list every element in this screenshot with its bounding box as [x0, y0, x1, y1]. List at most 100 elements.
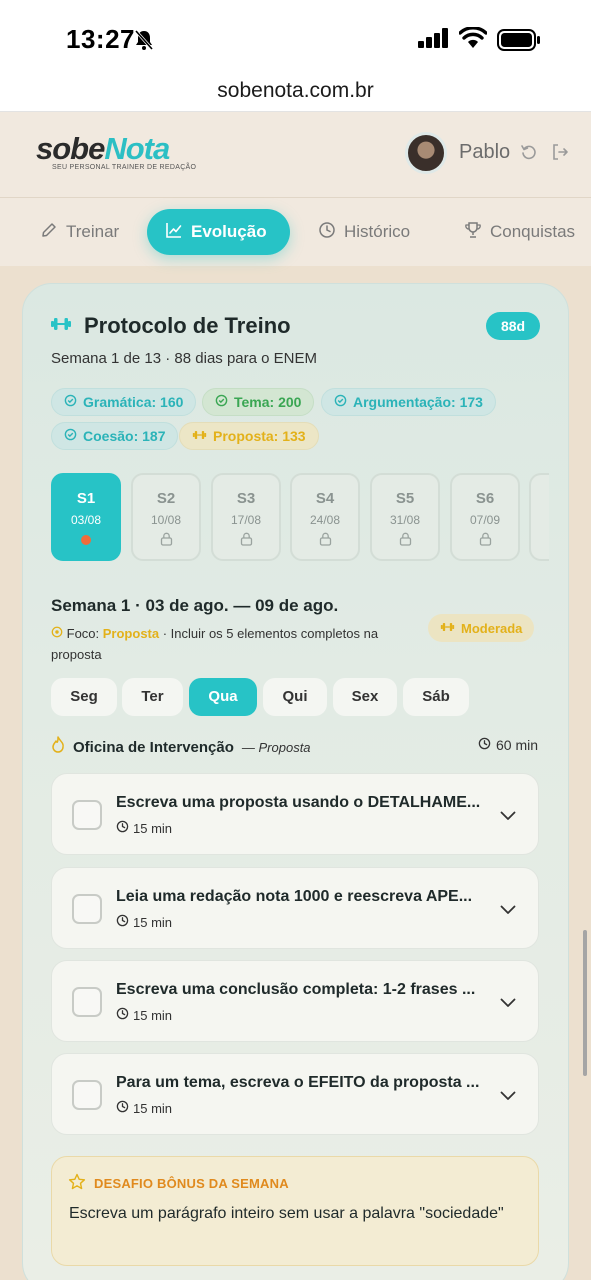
- day-qui[interactable]: Qui: [263, 678, 327, 716]
- clock-icon: [116, 1100, 129, 1116]
- dumbbell-icon: [50, 315, 72, 338]
- current-week-dot: [81, 535, 91, 545]
- week-tile-s4[interactable]: S4 24/08: [290, 473, 360, 561]
- check-circle-icon: [215, 394, 228, 410]
- skill-pill-proposta: Proposta: 133: [179, 422, 319, 450]
- day-sab[interactable]: Sáb: [403, 678, 469, 716]
- refresh-icon[interactable]: [520, 143, 538, 166]
- trophy-icon: [464, 221, 482, 244]
- tab-evolucao[interactable]: Evolução: [147, 209, 290, 255]
- skill-pill-tema: Tema: 200: [202, 388, 315, 416]
- task-time: 15 min: [116, 914, 172, 930]
- bonus-heading: DESAFIO BÔNUS DA SEMANA: [94, 1176, 289, 1191]
- avatar[interactable]: [405, 132, 447, 174]
- logo[interactable]: sobeNota SEU PERSONAL TRAINER DE REDAÇÃO: [36, 131, 197, 172]
- tab-label: Treinar: [66, 222, 120, 241]
- target-icon: [64, 428, 77, 444]
- chevron-down-icon[interactable]: [500, 1088, 516, 1106]
- chevron-down-icon[interactable]: [500, 902, 516, 920]
- protocol-title: Protocolo de Treino: [84, 313, 291, 338]
- dumbbell-icon: [192, 428, 207, 444]
- tab-label: Conquistas: [490, 222, 576, 241]
- url-text[interactable]: sobenota.com.br: [217, 79, 373, 102]
- tab-historico[interactable]: Histórico: [300, 209, 428, 255]
- task-title: Escreva uma conclusão completa: 1-2 fras…: [116, 981, 476, 998]
- tab-treinar[interactable]: Treinar: [22, 209, 137, 255]
- task-checkbox[interactable]: [72, 987, 102, 1017]
- chevron-down-icon[interactable]: [500, 808, 516, 826]
- task-title: Escreva uma proposta usando o DETALHAME.…: [116, 794, 481, 811]
- task-checkbox[interactable]: [72, 1080, 102, 1110]
- workshop-competence: — Proposta: [241, 739, 311, 755]
- task-checkbox[interactable]: [72, 894, 102, 924]
- week-tile-s1[interactable]: S1 03/08: [51, 473, 121, 561]
- chart-icon: [165, 221, 183, 244]
- pencil-icon: [40, 221, 58, 244]
- week-title: Semana 1 · 03 de ago. — 09 de ago.: [51, 596, 339, 615]
- week-tile-s3[interactable]: S3 17/08: [211, 473, 281, 561]
- task-card[interactable]: Para um tema, escreva o EFEITO da propos…: [51, 1053, 539, 1135]
- task-card[interactable]: Escreva uma proposta usando o DETALHAME.…: [51, 773, 539, 855]
- protocol-subtitle: Semana 1 de 13 · 88 dias para o ENEM: [51, 350, 317, 367]
- week-tile-s2[interactable]: S2 10/08: [131, 473, 201, 561]
- star-icon: [68, 1173, 86, 1194]
- clock-icon: [478, 737, 491, 753]
- skill-pill-coesao: Coesão: 187: [51, 422, 179, 450]
- week-tile-s5[interactable]: S5 31/08: [370, 473, 440, 561]
- task-time: 15 min: [116, 1007, 172, 1023]
- flame-icon: [51, 736, 65, 758]
- week-tile-partial[interactable]: [529, 473, 549, 561]
- dumbbell-icon: [440, 621, 455, 636]
- chevron-down-icon[interactable]: [500, 995, 516, 1013]
- day-sex[interactable]: Sex: [333, 678, 397, 716]
- task-title: Para um tema, escreva o EFEITO da propos…: [116, 1074, 480, 1091]
- protocol-header: Protocolo de Treino: [50, 313, 291, 339]
- clock-icon: [116, 914, 129, 930]
- task-card[interactable]: Leia uma redação nota 1000 e reescreva A…: [51, 867, 539, 949]
- clock-icon: [116, 820, 129, 836]
- url-bar[interactable]: sobenota.com.br: [0, 78, 591, 112]
- target-icon: [334, 394, 347, 410]
- task-title: Leia uma redação nota 1000 e reescreva A…: [116, 888, 473, 905]
- clock-icon: [318, 221, 336, 244]
- task-checkbox[interactable]: [72, 800, 102, 830]
- status-time: 13:27: [66, 24, 135, 54]
- week-tile-s6[interactable]: S6 07/09: [450, 473, 520, 561]
- task-time: 15 min: [116, 820, 172, 836]
- logout-icon[interactable]: [551, 143, 569, 166]
- workshop-header: Oficina de Intervenção — Proposta: [51, 736, 311, 758]
- status-bar: 13:27: [0, 0, 591, 78]
- scrollbar[interactable]: [583, 930, 587, 1076]
- bonus-heading-row: DESAFIO BÔNUS DA SEMANA: [68, 1173, 289, 1194]
- target-icon: [64, 394, 77, 410]
- lock-icon: [213, 532, 279, 551]
- bonus-text: Escreva um parágrafo inteiro sem usar a …: [69, 1205, 504, 1222]
- bell-muted-icon: [134, 29, 154, 56]
- target-icon: [51, 626, 63, 641]
- days-remaining-badge: 88d: [486, 312, 540, 340]
- nav-tabs: Treinar Evolução Histórico Conquistas: [0, 198, 591, 266]
- week-focus: Foco: Proposta · Incluir os 5 elementos …: [51, 626, 379, 662]
- intensity-badge: Moderada: [428, 614, 535, 642]
- wifi-icon: [458, 26, 488, 54]
- day-seg[interactable]: Seg: [51, 678, 117, 716]
- tab-conquistas[interactable]: Conquistas: [446, 209, 575, 255]
- skill-pill-argumentacao: Argumentação: 173: [321, 388, 496, 416]
- lock-icon: [292, 532, 358, 551]
- bonus-challenge-card: DESAFIO BÔNUS DA SEMANA Escreva um parág…: [51, 1156, 539, 1266]
- tab-label: Histórico: [344, 222, 411, 241]
- workshop-title: Oficina de Intervenção: [73, 738, 234, 756]
- skill-pill-gramatica: Gramática: 160: [51, 388, 197, 416]
- battery-icon: [497, 29, 541, 56]
- logo-part2: Nota: [104, 131, 170, 166]
- workshop-duration: 60 min: [478, 737, 538, 753]
- username: Pablo: [459, 141, 511, 163]
- lock-icon: [372, 532, 438, 551]
- task-card[interactable]: Escreva uma conclusão completa: 1-2 fras…: [51, 960, 539, 1042]
- lock-icon: [452, 532, 518, 551]
- logo-tagline: SEU PERSONAL TRAINER DE REDAÇÃO: [52, 164, 197, 171]
- signal-icon: [418, 28, 450, 53]
- day-ter[interactable]: Ter: [122, 678, 183, 716]
- lock-icon: [133, 532, 199, 551]
- day-qua[interactable]: Qua: [189, 678, 257, 716]
